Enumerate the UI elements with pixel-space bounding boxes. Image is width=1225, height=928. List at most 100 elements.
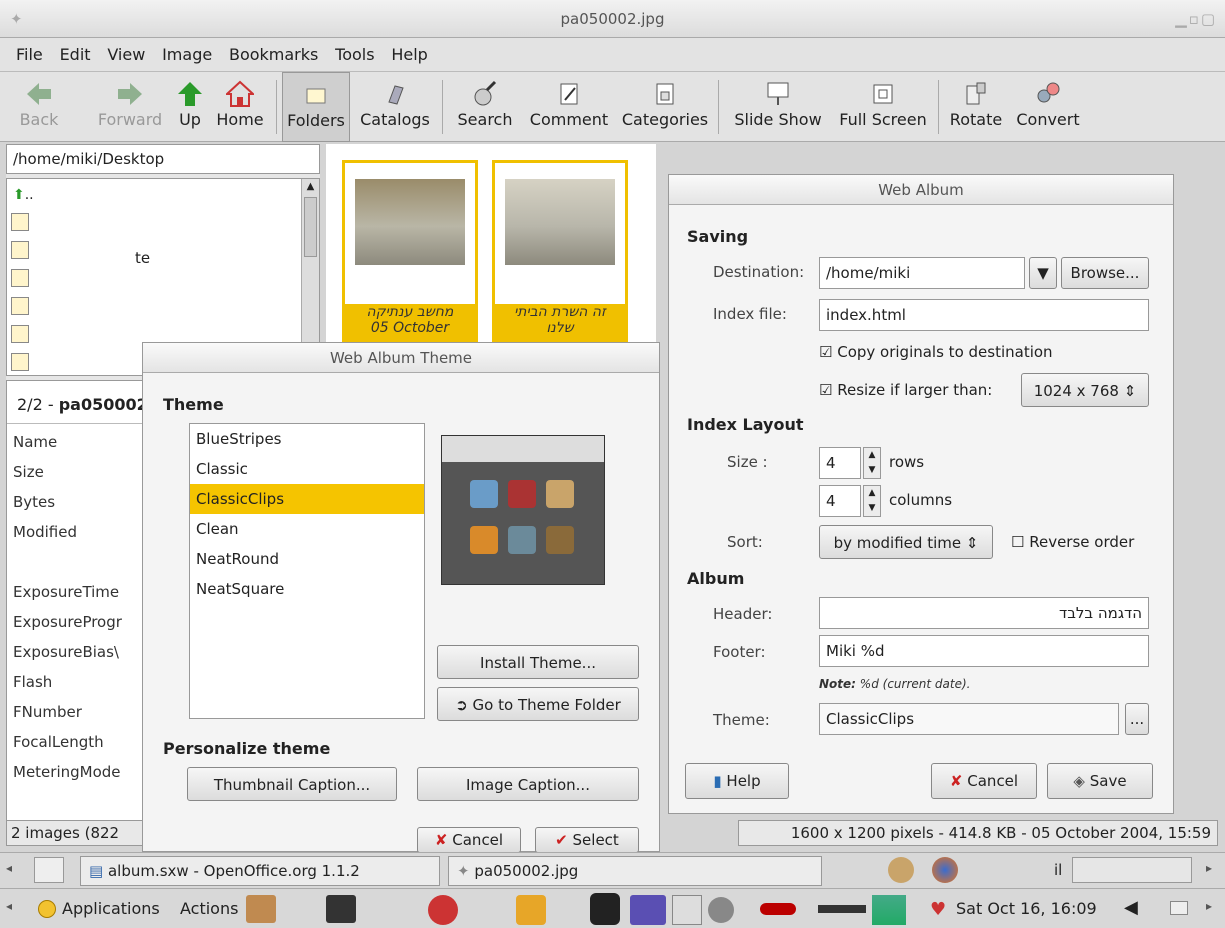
keyboard-indicator[interactable]: il bbox=[1054, 861, 1062, 879]
launcher-icon[interactable] bbox=[818, 905, 866, 913]
volume-icon[interactable]: ◀ bbox=[1124, 897, 1138, 918]
task-openoffice[interactable]: ▤ album.sxw - OpenOffice.org 1.1.2 bbox=[80, 856, 440, 886]
launcher-icon[interactable] bbox=[516, 895, 546, 925]
header-input[interactable]: הדגמה בלבד bbox=[819, 597, 1149, 629]
theme-list[interactable]: BlueStripes Classic ClassicClips Clean N… bbox=[189, 423, 425, 719]
theme-item[interactable]: Clean bbox=[190, 514, 424, 544]
footer-input[interactable]: Miki %d bbox=[819, 635, 1149, 667]
theme-select-button[interactable]: ✔ Select bbox=[535, 827, 639, 853]
forward-arrow-icon bbox=[118, 83, 142, 105]
theme-item[interactable]: BlueStripes bbox=[190, 424, 424, 454]
menu-tools[interactable]: Tools bbox=[329, 38, 380, 72]
theme-item[interactable]: NeatRound bbox=[190, 544, 424, 574]
keyboard-icon[interactable] bbox=[1170, 901, 1188, 915]
tux-paint-icon[interactable] bbox=[590, 893, 620, 925]
window-controls-icon[interactable]: ▁▫▢ bbox=[1175, 0, 1217, 38]
scroll-thumb[interactable] bbox=[304, 197, 317, 257]
panel-left-arrow-icon[interactable]: ◂ bbox=[6, 899, 12, 913]
scroll-up-icon[interactable]: ▲ bbox=[302, 179, 319, 195]
terminal-icon[interactable] bbox=[326, 895, 356, 923]
categories-button[interactable]: Categories bbox=[617, 72, 713, 142]
prop-exposure-bias: ExposureBias\ bbox=[13, 643, 119, 661]
launcher-icon[interactable] bbox=[872, 895, 906, 925]
columns-input[interactable]: 4 bbox=[819, 485, 861, 517]
install-theme-button[interactable]: Install Theme... bbox=[437, 645, 639, 679]
thumbnail-2[interactable] bbox=[492, 160, 628, 322]
index-file-input[interactable]: index.html bbox=[819, 299, 1149, 331]
panel-right-arrow-icon[interactable]: ▸ bbox=[1206, 861, 1212, 875]
image-caption-button[interactable]: Image Caption... bbox=[417, 767, 639, 801]
app-tray-icon[interactable] bbox=[888, 857, 914, 883]
menu-file[interactable]: File bbox=[10, 38, 49, 72]
folder-item-up[interactable]: ⬆.. bbox=[13, 187, 34, 203]
launcher-icon[interactable] bbox=[760, 903, 796, 915]
panel-right-arrow-icon[interactable]: ▸ bbox=[1206, 899, 1212, 913]
convert-button[interactable]: Convert bbox=[1012, 72, 1084, 142]
window-menu-icon[interactable]: ✦ bbox=[10, 0, 23, 38]
folder-icon[interactable] bbox=[11, 353, 29, 371]
applications-menu[interactable]: Applications bbox=[62, 899, 160, 918]
folder-icon[interactable] bbox=[11, 325, 29, 343]
back-button[interactable]: Back bbox=[8, 72, 70, 142]
folder-icon[interactable] bbox=[11, 297, 29, 315]
cancel-button[interactable]: ✘ Cancel bbox=[931, 763, 1037, 799]
panel-left-arrow-icon[interactable]: ◂ bbox=[6, 861, 12, 875]
reverse-order-checkbox[interactable]: ☐ Reverse order bbox=[1011, 533, 1134, 551]
notification-icon[interactable]: ♥ bbox=[930, 899, 946, 920]
thumbnail-caption-button[interactable]: Thumbnail Caption... bbox=[187, 767, 397, 801]
folder-icon[interactable] bbox=[11, 269, 29, 287]
destination-dropdown[interactable]: ▼ bbox=[1029, 257, 1057, 289]
theme-item-selected[interactable]: ClassicClips bbox=[190, 484, 424, 514]
theme-item[interactable]: Classic bbox=[190, 454, 424, 484]
fullscreen-button[interactable]: Full Screen bbox=[834, 72, 932, 142]
workspace-switcher[interactable] bbox=[1072, 857, 1192, 883]
search-button[interactable]: Search bbox=[452, 72, 518, 142]
bottom-panel: ◂ Applications Actions ♥ Sat Oct 16, 16:… bbox=[0, 888, 1225, 928]
location-field[interactable]: /home/miki/Desktop bbox=[6, 144, 320, 174]
launcher-icon[interactable] bbox=[246, 895, 276, 923]
task-image-viewer[interactable]: ✦ pa050002.jpg bbox=[448, 856, 822, 886]
menu-help[interactable]: Help bbox=[385, 38, 433, 72]
search-tool-icon[interactable] bbox=[672, 895, 702, 925]
apple-icon[interactable] bbox=[428, 895, 458, 925]
folder-icon[interactable] bbox=[11, 213, 29, 231]
home-button[interactable]: Home bbox=[212, 72, 268, 142]
rotate-button[interactable]: Rotate bbox=[944, 72, 1008, 142]
save-button[interactable]: ◈ Save bbox=[1047, 763, 1153, 799]
help-button[interactable]: ▮ Help bbox=[685, 763, 789, 799]
sort-select[interactable]: by modified time ⇕ bbox=[819, 525, 993, 559]
rows-spinner[interactable]: ▲ ▼ bbox=[863, 447, 881, 479]
theme-browse-button[interactable]: ... bbox=[1125, 703, 1149, 735]
theme-cancel-button[interactable]: ✘ Cancel bbox=[417, 827, 521, 853]
folder-icon[interactable] bbox=[11, 241, 29, 259]
launcher-icon[interactable] bbox=[630, 895, 666, 925]
actions-menu[interactable]: Actions bbox=[180, 899, 238, 918]
resize-select[interactable]: 1024 x 768 ⇕ bbox=[1021, 373, 1149, 407]
thumbnail-1[interactable] bbox=[342, 160, 478, 322]
up-button[interactable]: Up bbox=[172, 72, 208, 142]
folders-button[interactable]: Folders bbox=[282, 72, 350, 142]
comment-button[interactable]: Comment bbox=[524, 72, 614, 142]
firefox-icon[interactable] bbox=[932, 857, 958, 883]
theme-input[interactable]: ClassicClips bbox=[819, 703, 1119, 735]
goto-theme-folder-button[interactable]: ➲ Go to Theme Folder bbox=[437, 687, 639, 721]
clock[interactable]: Sat Oct 16, 16:09 bbox=[956, 899, 1097, 918]
rows-input[interactable]: 4 bbox=[819, 447, 861, 479]
resize-checkbox[interactable]: ☑ Resize if larger than: bbox=[819, 381, 992, 399]
destination-input[interactable]: /home/miki bbox=[819, 257, 1025, 289]
slideshow-button[interactable]: Slide Show bbox=[728, 72, 828, 142]
folder-item-label[interactable]: te bbox=[135, 249, 150, 267]
copy-originals-checkbox[interactable]: ☑ Copy originals to destination bbox=[819, 343, 1053, 361]
menu-image[interactable]: Image bbox=[156, 38, 218, 72]
browse-button[interactable]: Browse... bbox=[1061, 257, 1149, 289]
menu-view[interactable]: View bbox=[101, 38, 151, 72]
menu-edit[interactable]: Edit bbox=[54, 38, 97, 72]
catalogs-button[interactable]: Catalogs bbox=[352, 72, 438, 142]
show-desktop-button[interactable] bbox=[34, 857, 64, 883]
columns-spinner[interactable]: ▲ ▼ bbox=[863, 485, 881, 517]
sort-label: Sort: bbox=[727, 533, 763, 551]
menu-bookmarks[interactable]: Bookmarks bbox=[223, 38, 324, 72]
gear-icon[interactable] bbox=[708, 897, 734, 923]
forward-button[interactable]: Forward bbox=[94, 72, 166, 142]
theme-item[interactable]: NeatSquare bbox=[190, 574, 424, 604]
